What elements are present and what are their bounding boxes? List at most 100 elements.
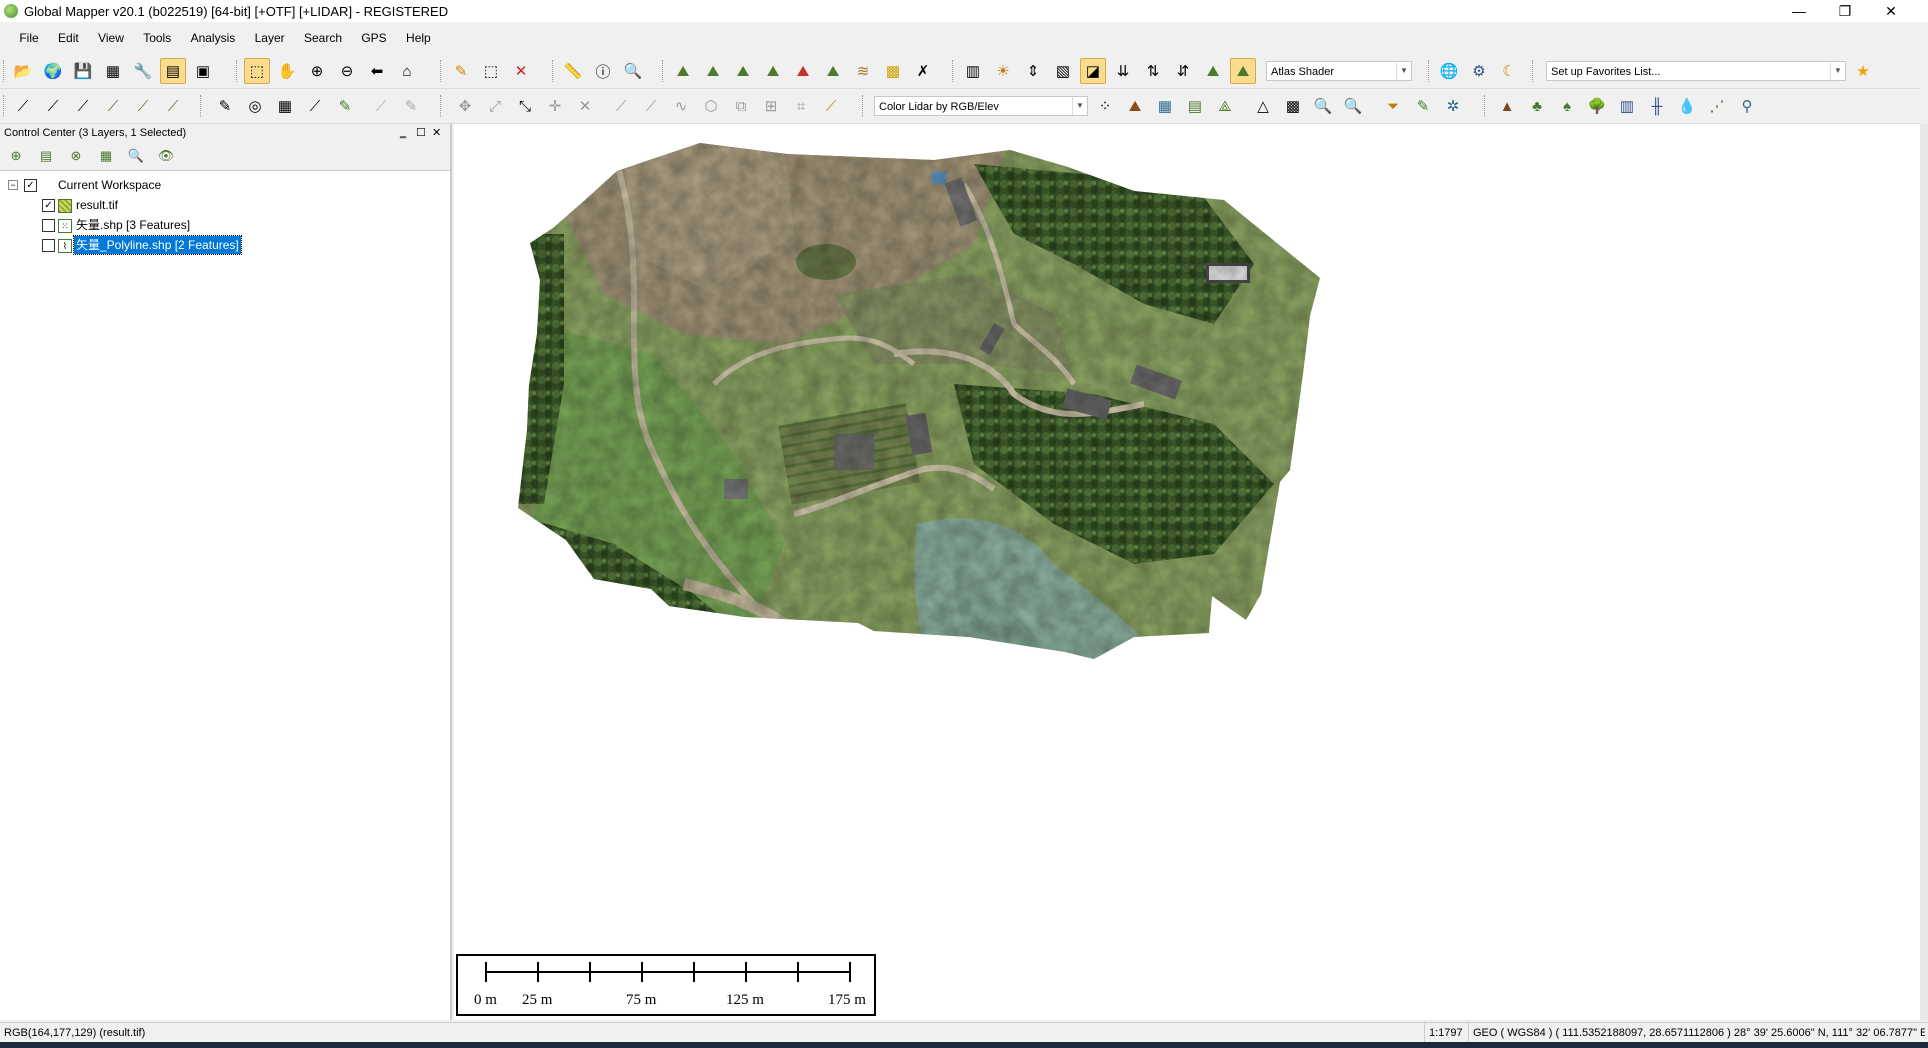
hillshade-icon[interactable]: ◪ — [1080, 58, 1106, 84]
reshape-icon[interactable]: ⤡ — [512, 93, 538, 119]
measure-ruler-icon[interactable]: 📏 — [560, 58, 586, 84]
shader-toggle-icon[interactable]: ⛰ — [1230, 58, 1256, 84]
save-icon[interactable]: 💾 — [70, 58, 96, 84]
extract-tree-icon[interactable]: 🌳 — [1584, 93, 1610, 119]
lidar-classify-icon[interactable]: ✲ — [1440, 93, 1466, 119]
lidar-search-icon[interactable]: 🔍 — [1310, 93, 1336, 119]
elev-range-icon[interactable]: ⇅ — [1140, 58, 1166, 84]
terrain-icon-4[interactable]: ⛰ — [760, 58, 786, 84]
terrain-icon-1[interactable]: ⛰ — [670, 58, 696, 84]
3d-view-icon[interactable]: ▧ — [1050, 58, 1076, 84]
line-draw-icon-6[interactable]: ⟋ — [160, 93, 186, 119]
minimize-button[interactable]: — — [1776, 0, 1822, 22]
collapse-icon[interactable]: − — [8, 180, 18, 190]
layer-checkbox[interactable] — [42, 219, 55, 232]
hatch-grid-icon[interactable]: ▩ — [1280, 93, 1306, 119]
menu-help[interactable]: Help — [398, 28, 439, 48]
extract-vegetation-icon[interactable]: ♣ — [1524, 93, 1550, 119]
filter-funnel-icon[interactable]: ⏷ — [1380, 93, 1406, 119]
menu-tools[interactable]: Tools — [135, 28, 179, 48]
lidar-key-icon[interactable]: ⚲ — [1734, 93, 1760, 119]
menu-layer[interactable]: Layer — [247, 28, 293, 48]
edit-vertex-icon[interactable]: ✎ — [212, 93, 238, 119]
terrain-icon-2[interactable]: ⛰ — [700, 58, 726, 84]
layer-remove-icon[interactable]: ⊗ — [66, 147, 86, 165]
favorites-select[interactable]: Set up Favorites List... ▼ — [1546, 61, 1846, 81]
watershed-icon[interactable]: ⛰ — [820, 58, 846, 84]
lidar-color-select[interactable]: Color Lidar by RGB/Elev ▼ — [874, 96, 1088, 116]
menu-search[interactable]: Search — [296, 28, 350, 48]
layer-checkbox[interactable]: ✓ — [42, 199, 55, 212]
control-center-toggle-icon[interactable]: ▤ — [160, 58, 186, 84]
extract-ground-icon[interactable]: ⋰ — [1704, 93, 1730, 119]
feature-info-icon[interactable]: ⓘ — [590, 58, 616, 84]
workspace-checkbox[interactable]: ✓ — [24, 179, 37, 192]
select-rect-icon[interactable]: ⬚ — [478, 58, 504, 84]
line-draw-icon-1[interactable]: ⟋ — [10, 93, 36, 119]
layer-zoom-icon[interactable]: 🔍 — [126, 147, 146, 165]
favorites-star-icon[interactable]: ★ — [1850, 58, 1876, 84]
buffer-icon[interactable]: ⬡ — [698, 93, 724, 119]
water-level-icon[interactable]: ⇊ — [1110, 58, 1136, 84]
move-icon[interactable]: ✥ — [452, 93, 478, 119]
range-ring-icon[interactable]: ◎ — [242, 93, 268, 119]
split-icon[interactable]: ⟋ — [608, 93, 634, 119]
measure-line-icon[interactable]: ⟋ — [818, 93, 844, 119]
join-icon[interactable]: ⟋ — [638, 93, 664, 119]
triangle-icon[interactable]: △ — [1250, 93, 1276, 119]
layer-add-icon[interactable]: ⊕ — [6, 147, 26, 165]
zoom-out-icon[interactable]: ⊖ — [334, 58, 360, 84]
shader-legend-icon[interactable]: ⛰ — [1200, 58, 1226, 84]
digitizer-pencil-icon[interactable]: ✎ — [448, 58, 474, 84]
copy-feature-icon[interactable]: ⧉ — [728, 93, 754, 119]
zoom-select-icon[interactable]: ⬚ — [244, 58, 270, 84]
zoom-in-icon[interactable]: ⊕ — [304, 58, 330, 84]
open-folder-icon[interactable]: 📂 — [10, 58, 36, 84]
overview-icon[interactable]: ▣ — [190, 58, 216, 84]
extract-water-icon[interactable]: 💧 — [1674, 93, 1700, 119]
menu-edit[interactable]: Edit — [50, 28, 87, 48]
line-draw-icon-2[interactable]: ⟋ — [40, 93, 66, 119]
area-edit-icon[interactable]: ✎ — [332, 93, 358, 119]
online-data-globe-icon[interactable]: 🌐 — [1436, 58, 1462, 84]
lidar-building-icon[interactable]: ▦ — [1152, 93, 1178, 119]
lidar-ground-icon[interactable]: ⛰ — [1122, 93, 1148, 119]
view-shed-icon[interactable]: ⛰ — [790, 58, 816, 84]
delete-vertex-icon[interactable]: ✕ — [572, 93, 598, 119]
line-draw-icon-4[interactable]: ⟋ — [100, 93, 126, 119]
panel-close-icon[interactable]: ✕ — [432, 124, 441, 142]
grid-create-icon[interactable]: ▦ — [272, 93, 298, 119]
terrain-icon-3[interactable]: ⛰ — [730, 58, 756, 84]
menu-gps[interactable]: GPS — [353, 28, 394, 48]
restore-button[interactable]: ❐ — [1822, 0, 1868, 22]
raster-calc-icon[interactable]: ▩ — [880, 58, 906, 84]
settings-gear-icon[interactable]: ⚙ — [1466, 58, 1492, 84]
layer-options-icon[interactable]: ▤ — [36, 147, 56, 165]
globe-data-icon[interactable]: 🌍 — [40, 58, 66, 84]
rotate-icon[interactable]: ⤢ — [482, 93, 508, 119]
panel-minimize-icon[interactable]: ‗ — [400, 124, 406, 142]
panel-maximize-icon[interactable]: ☐ — [416, 124, 426, 142]
layer-row-result[interactable]: ✓ result.tif — [40, 196, 340, 214]
extract-shrub-icon[interactable]: ♠ — [1554, 93, 1580, 119]
lidar-points-icon[interactable]: ⁘ — [1092, 93, 1118, 119]
map-layout-icon[interactable]: ▥ — [960, 58, 986, 84]
lidar-tin-icon[interactable]: ⟁ — [1212, 93, 1238, 119]
contrast-icon[interactable]: ⇵ — [1170, 58, 1196, 84]
contour-icon[interactable]: ≋ — [850, 58, 876, 84]
extract-building-icon[interactable]: ▥ — [1614, 93, 1640, 119]
night-mode-icon[interactable]: ☾ — [1496, 58, 1522, 84]
home-icon[interactable]: ⌂ — [394, 58, 420, 84]
lidar-edit-icon[interactable]: ✎ — [1410, 93, 1436, 119]
workspace-icon[interactable]: ▦ — [100, 58, 126, 84]
lidar-filter-icon[interactable]: ▤ — [1182, 93, 1208, 119]
layer-row-shp[interactable]: ⁙ 矢量.shp [3 Features] — [40, 216, 340, 234]
layer-checkbox[interactable] — [42, 239, 55, 252]
map-view[interactable] — [454, 124, 1920, 1020]
map-scroll-edge[interactable] — [1920, 124, 1928, 1020]
workspace-node[interactable]: − ✓ Current Workspace — [8, 176, 308, 194]
line-draw-icon-5[interactable]: ⟋ — [130, 93, 156, 119]
crop-icon[interactable]: ⌗ — [788, 93, 814, 119]
layer-visibility-eye-icon[interactable]: 👁 — [156, 147, 176, 165]
lidar-query-icon[interactable]: 🔍 — [1340, 93, 1366, 119]
